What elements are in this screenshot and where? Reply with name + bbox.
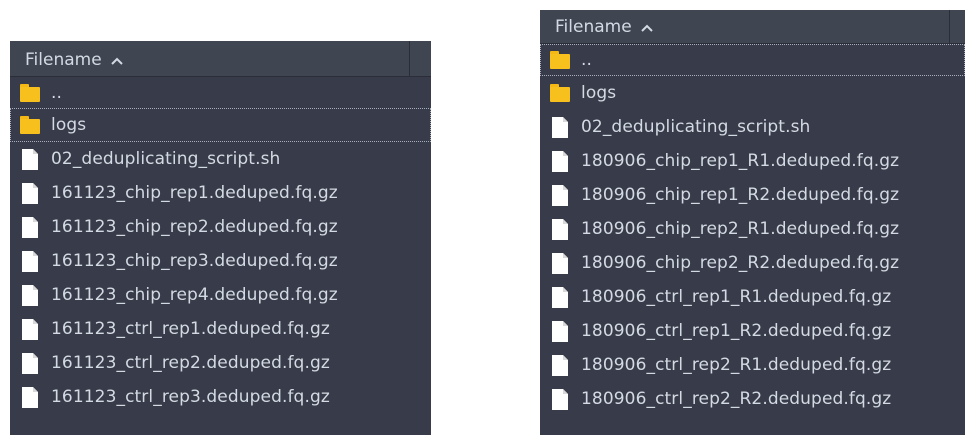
folder-icon (19, 82, 41, 104)
file-name: 161123_chip_rep4.deduped.fq.gz (51, 285, 338, 305)
list-item[interactable]: 180906_chip_rep2_R1.deduped.fq.gz (540, 212, 965, 246)
file-icon (22, 386, 38, 408)
list-item[interactable]: 02_deduplicating_script.sh (540, 110, 965, 144)
file-icon (552, 354, 568, 376)
list-item[interactable]: 180906_chip_rep1_R2.deduped.fq.gz (540, 178, 965, 212)
file-icon (552, 116, 568, 138)
folder-icon (549, 82, 571, 104)
list-item-parent-folder[interactable]: .. (540, 44, 965, 76)
list-item-logs-folder[interactable]: logs (540, 76, 965, 110)
file-name: .. (51, 82, 63, 103)
chevron-up-icon (640, 24, 653, 32)
file-icon (552, 320, 568, 342)
chevron-up-icon (110, 57, 123, 65)
file-name: 180906_ctrl_rep1_R1.deduped.fq.gz (581, 287, 892, 307)
file-name: logs (581, 83, 617, 103)
file-icon (552, 184, 568, 206)
list-item[interactable]: 180906_chip_rep1_R1.deduped.fq.gz (540, 144, 965, 178)
file-icon (22, 216, 38, 238)
list-item-parent-folder[interactable]: .. (10, 77, 431, 108)
list-item[interactable]: 161123_ctrl_rep3.deduped.fq.gz (10, 380, 431, 414)
column-header-label: Filename (555, 17, 632, 37)
file-name: 180906_chip_rep1_R1.deduped.fq.gz (581, 151, 900, 171)
list-item[interactable]: 161123_chip_rep1.deduped.fq.gz (10, 176, 431, 210)
list-item[interactable]: 161123_ctrl_rep2.deduped.fq.gz (10, 346, 431, 380)
list-item[interactable]: 161123_chip_rep2.deduped.fq.gz (10, 210, 431, 244)
file-name: 02_deduplicating_script.sh (51, 149, 281, 169)
file-name: 02_deduplicating_script.sh (581, 117, 811, 137)
column-header-bar: Filename (10, 41, 431, 77)
file-name: 180906_chip_rep1_R2.deduped.fq.gz (581, 185, 900, 205)
file-icon (22, 318, 38, 340)
file-icon (552, 218, 568, 240)
list-item[interactable]: 161123_chip_rep3.deduped.fq.gz (10, 244, 431, 278)
file-name: 161123_ctrl_rep2.deduped.fq.gz (51, 353, 330, 373)
file-icon (22, 182, 38, 204)
file-name: 180906_ctrl_rep2_R1.deduped.fq.gz (581, 355, 892, 375)
file-name: 180906_chip_rep2_R2.deduped.fq.gz (581, 253, 900, 273)
file-icon (552, 252, 568, 274)
folder-icon (549, 49, 571, 71)
file-name: 180906_ctrl_rep1_R2.deduped.fq.gz (581, 321, 892, 341)
file-list: .. logs 02_deduplicating_script.sh 16112… (10, 77, 431, 414)
file-icon (22, 148, 38, 170)
file-list-panel-left: Filename .. logs 02_deduplicating_script… (10, 41, 431, 435)
filename-column-header[interactable]: Filename (10, 41, 410, 76)
list-item[interactable]: 180906_ctrl_rep2_R1.deduped.fq.gz (540, 348, 965, 382)
list-item-logs-folder[interactable]: logs (10, 108, 431, 142)
file-icon (22, 250, 38, 272)
file-icon (552, 150, 568, 172)
filename-column-header[interactable]: Filename (540, 10, 950, 43)
list-item[interactable]: 180906_ctrl_rep1_R2.deduped.fq.gz (540, 314, 965, 348)
file-list-panel-right: Filename .. logs 02_deduplicating_script… (540, 10, 965, 435)
list-item[interactable]: 180906_ctrl_rep1_R1.deduped.fq.gz (540, 280, 965, 314)
file-name: logs (51, 115, 87, 135)
file-icon (552, 388, 568, 410)
list-item[interactable]: 161123_chip_rep4.deduped.fq.gz (10, 278, 431, 312)
file-name: 180906_chip_rep2_R1.deduped.fq.gz (581, 219, 900, 239)
file-name: 180906_ctrl_rep2_R2.deduped.fq.gz (581, 389, 892, 409)
list-item[interactable]: 180906_ctrl_rep2_R2.deduped.fq.gz (540, 382, 965, 416)
list-item[interactable]: 02_deduplicating_script.sh (10, 142, 431, 176)
file-name: 161123_ctrl_rep3.deduped.fq.gz (51, 387, 330, 407)
file-name: 161123_chip_rep2.deduped.fq.gz (51, 217, 338, 237)
column-header-label: Filename (25, 50, 102, 70)
file-name: 161123_chip_rep3.deduped.fq.gz (51, 251, 338, 271)
file-name: 161123_chip_rep1.deduped.fq.gz (51, 183, 338, 203)
folder-icon (19, 114, 41, 136)
file-icon (552, 286, 568, 308)
file-name: .. (581, 50, 593, 70)
list-item[interactable]: 180906_chip_rep2_R2.deduped.fq.gz (540, 246, 965, 280)
list-item[interactable]: 161123_ctrl_rep1.deduped.fq.gz (10, 312, 431, 346)
file-icon (22, 352, 38, 374)
file-icon (22, 284, 38, 306)
column-header-bar: Filename (540, 10, 965, 44)
file-list: .. logs 02_deduplicating_script.sh 18090… (540, 44, 965, 416)
file-name: 161123_ctrl_rep1.deduped.fq.gz (51, 319, 330, 339)
